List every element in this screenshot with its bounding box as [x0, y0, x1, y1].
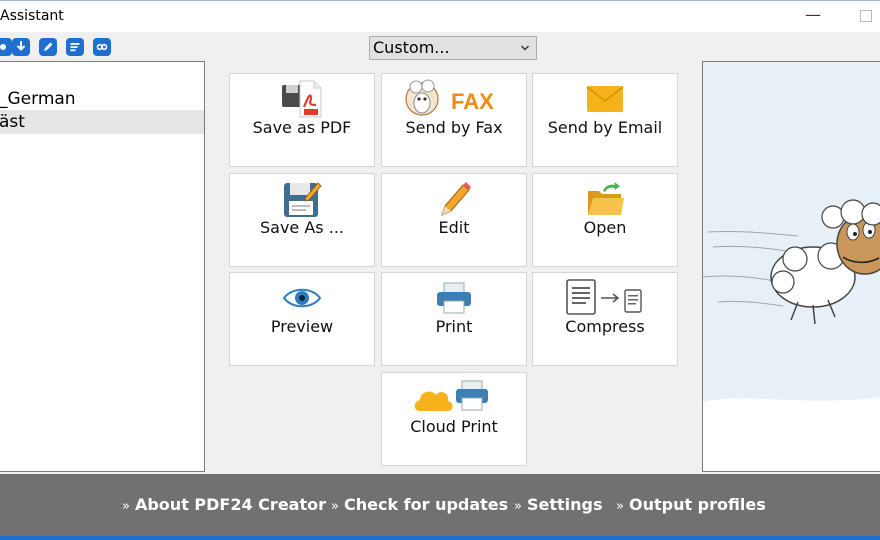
pencil-icon[interactable] — [39, 38, 57, 56]
compress-label: Compress — [565, 317, 645, 336]
download-icon[interactable] — [12, 38, 30, 56]
send-by-email-label: Send by Email — [547, 118, 663, 137]
list-icon[interactable] — [66, 38, 84, 56]
svg-text:FAX: FAX — [451, 89, 494, 114]
save-as-pdf-button[interactable]: Save as PDF — [229, 73, 375, 167]
profile-select-value: Custom... — [373, 38, 450, 57]
cloud-print-button[interactable]: Cloud Print — [381, 372, 527, 466]
pencil-edit-icon — [382, 179, 526, 219]
minimize-button[interactable]: — — [804, 5, 822, 25]
file-list-item-label: äst — [0, 112, 25, 132]
edit-label: Edit — [438, 218, 470, 237]
file-list-item-selected[interactable]: äst — [0, 110, 204, 134]
print-label: Print — [435, 317, 473, 336]
sheep-mascot-illustration — [703, 199, 880, 471]
footer-bar: » About PDF24 Creator » Check for updates … — [0, 474, 880, 536]
settings-link[interactable]: » Settings — [514, 495, 603, 514]
fax-sheep-icon: FAX — [382, 79, 526, 119]
check-updates-link-label: Check for updates — [343, 495, 509, 514]
chevron-right-icon: » — [122, 499, 130, 514]
edit-button[interactable]: Edit — [381, 173, 527, 267]
compress-documents-icon — [533, 278, 677, 318]
chevron-right-icon: » — [514, 499, 522, 514]
compress-button[interactable]: Compress — [532, 272, 678, 366]
file-list[interactable]: _German äst — [0, 61, 205, 472]
pdf-file-icon — [230, 79, 374, 119]
check-updates-link[interactable]: » Check for updates — [331, 495, 508, 514]
settings-link-label: Settings — [526, 495, 603, 514]
save-as-label: Save As ... — [260, 218, 344, 237]
print-button[interactable]: Print — [381, 272, 527, 366]
chevron-right-icon: » — [616, 499, 624, 514]
floppy-disk-icon — [230, 179, 374, 219]
infinity-icon[interactable] — [93, 38, 111, 56]
about-link-label: About PDF24 Creator — [134, 495, 326, 514]
send-by-email-button[interactable]: Send by Email — [532, 73, 678, 167]
profile-select[interactable]: Custom... — [369, 36, 537, 60]
preview-panel — [702, 61, 880, 472]
open-folder-icon — [533, 179, 677, 219]
window-title: Assistant — [0, 8, 64, 24]
save-as-pdf-label: Save as PDF — [252, 118, 352, 137]
preview-button[interactable]: Preview — [229, 272, 375, 366]
about-link[interactable]: » About PDF24 Creator — [122, 495, 326, 514]
title-bar: Assistant — — [0, 1, 880, 32]
window-bottom-border — [0, 536, 880, 540]
maximize-button[interactable] — [860, 10, 872, 22]
settings-toolbar-icon[interactable] — [0, 38, 12, 56]
chevron-down-icon — [521, 45, 529, 51]
printer-icon — [382, 278, 526, 318]
send-by-fax-label: Send by Fax — [405, 118, 503, 137]
chevron-right-icon: » — [331, 499, 339, 514]
cloud-print-label: Cloud Print — [410, 417, 498, 436]
envelope-icon — [533, 79, 677, 119]
output-profiles-link[interactable]: » Output profiles — [616, 495, 766, 514]
save-as-button[interactable]: Save As ... — [229, 173, 375, 267]
open-label: Open — [583, 218, 627, 237]
output-profiles-link-label: Output profiles — [628, 495, 766, 514]
file-list-item[interactable]: _German — [0, 87, 204, 111]
eye-icon — [230, 278, 374, 318]
preview-label: Preview — [270, 317, 334, 336]
send-by-fax-button[interactable]: FAX Send by Fax — [381, 73, 527, 167]
cloud-printer-icon — [382, 378, 526, 418]
file-list-item-label: _German — [0, 89, 76, 109]
open-button[interactable]: Open — [532, 173, 678, 267]
